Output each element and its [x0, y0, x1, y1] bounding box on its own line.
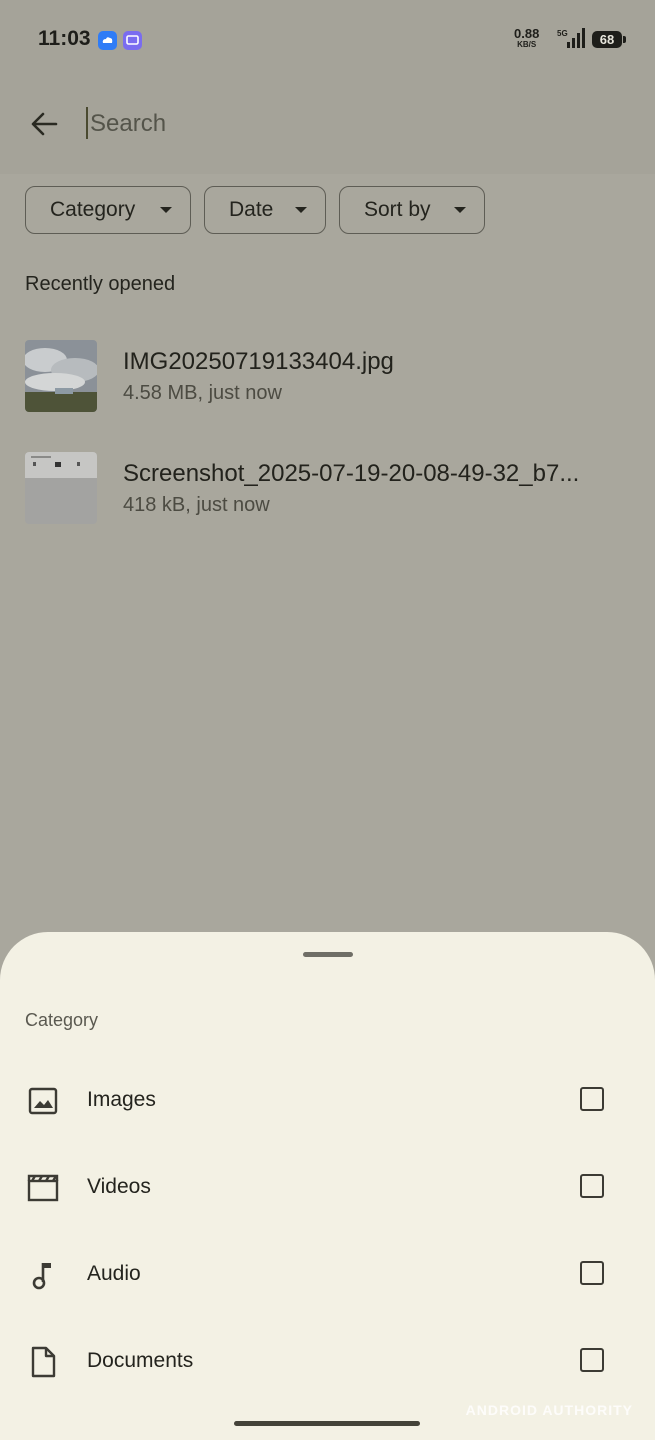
filter-chip-label: Category	[50, 198, 136, 221]
documents-checkbox[interactable]	[580, 1348, 604, 1372]
status-bar: 11:03 0.88 KB/S 5G 68	[0, 0, 655, 80]
option-label: Documents	[87, 1349, 194, 1372]
filter-chip-label: Sort by	[364, 198, 431, 221]
movie-icon	[27, 1174, 59, 1202]
message-app-icon	[123, 31, 142, 50]
sheet-title: Category	[25, 1010, 99, 1030]
drag-handle[interactable]	[303, 952, 353, 957]
option-label: Audio	[87, 1262, 141, 1285]
cloud-app-icon	[98, 31, 117, 50]
videos-checkbox[interactable]	[580, 1174, 604, 1198]
back-arrow-icon[interactable]	[26, 106, 62, 142]
search-input[interactable]	[88, 102, 612, 146]
file-meta: 4.58 MB, just now	[123, 382, 282, 404]
category-option-images[interactable]: Images	[0, 1068, 655, 1132]
status-time: 11:03	[38, 27, 91, 50]
option-label: Images	[87, 1088, 156, 1111]
document-icon	[31, 1346, 56, 1378]
category-option-documents[interactable]: Documents	[0, 1329, 655, 1393]
music-note-icon	[32, 1263, 51, 1290]
file-item[interactable]: Screenshot_2025-07-19-20-08-49-32_b7... …	[0, 452, 655, 532]
file-name: IMG20250719133404.jpg	[123, 348, 394, 375]
dropdown-arrow-icon	[454, 207, 466, 213]
option-label: Videos	[87, 1175, 151, 1198]
image-icon	[28, 1087, 58, 1115]
screenshot-thumbnail	[25, 452, 97, 524]
battery-indicator: 68	[592, 31, 626, 48]
dropdown-arrow-icon	[295, 207, 307, 213]
audio-checkbox[interactable]	[580, 1261, 604, 1285]
filter-chip-date[interactable]: Date	[204, 186, 326, 234]
category-option-audio[interactable]: Audio	[0, 1242, 655, 1306]
filter-chip-sort[interactable]: Sort by	[339, 186, 485, 234]
search-bar	[0, 80, 655, 174]
file-name: Screenshot_2025-07-19-20-08-49-32_b7...	[123, 460, 580, 487]
watermark: ANDROID AUTHORITY	[465, 1402, 633, 1418]
category-bottom-sheet: Category Images Videos Audio Documents A…	[0, 932, 655, 1440]
file-item[interactable]: IMG20250719133404.jpg 4.58 MB, just now	[0, 340, 655, 420]
recently-opened-heading: Recently opened	[25, 273, 176, 295]
signal-icon: 5G	[557, 28, 585, 48]
dropdown-arrow-icon	[160, 207, 172, 213]
filter-chip-label: Date	[229, 198, 274, 221]
photo-thumbnail	[25, 340, 97, 412]
gesture-nav-bar[interactable]	[234, 1421, 420, 1426]
svg-text:5G: 5G	[557, 29, 568, 38]
file-meta: 418 kB, just now	[123, 494, 270, 516]
network-speed: 0.88 KB/S	[514, 26, 540, 49]
images-checkbox[interactable]	[580, 1087, 604, 1111]
category-option-videos[interactable]: Videos	[0, 1155, 655, 1219]
filter-chip-category[interactable]: Category	[25, 186, 191, 234]
